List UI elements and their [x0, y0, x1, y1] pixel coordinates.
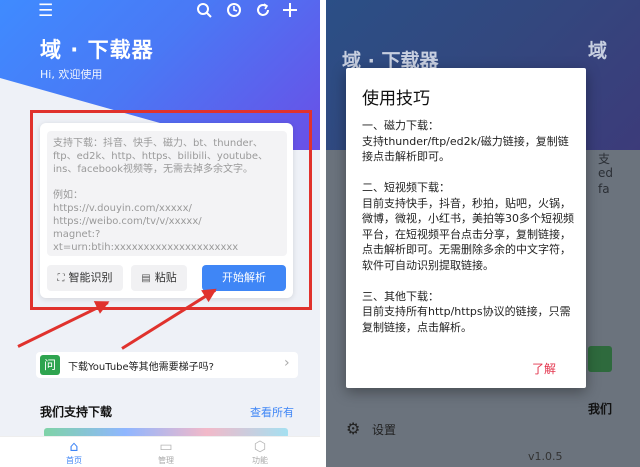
question-badge: 问	[40, 355, 60, 375]
history-icon[interactable]	[226, 2, 242, 22]
menu-icon[interactable]: ☰	[38, 2, 53, 20]
search-icon[interactable]	[196, 2, 212, 22]
bg-app-title-partial: 域	[588, 40, 608, 62]
app-version: v1.0.5	[528, 450, 563, 463]
welcome-subtitle: Hi, 欢迎使用	[40, 68, 103, 81]
nav-manage-label: 管理	[158, 456, 174, 465]
nav-features[interactable]: ⬡ 功能	[240, 439, 280, 466]
right-screen: 域 · 下载器 域 支 ed fa 我们 ⚙ 设置 v1.0.5 使用技巧 一、…	[326, 0, 640, 467]
chevron-right-icon: ›	[284, 355, 290, 371]
settings-menu-item[interactable]: 设置	[372, 421, 396, 438]
dialog-ok-button[interactable]: 了解	[532, 360, 556, 377]
bg-text-snippet: ed	[598, 166, 613, 180]
folder-icon: ▭	[159, 439, 173, 455]
left-screen: ☰ 域 · 下载器 Hi, 欢迎使用 支持下载：抖音、快手、磁力、bt、thun…	[0, 0, 320, 467]
refresh-icon[interactable]	[255, 2, 271, 22]
bg-section-title-partial: 我们	[588, 402, 613, 416]
dialog-body: 一、磁力下载： 支持thunder/ftp/ed2k/磁力链接，复制链接点击解析…	[362, 119, 574, 334]
settings-icon[interactable]: ⚙	[346, 419, 360, 438]
view-all-link[interactable]: 查看所有	[250, 404, 294, 420]
annotation-highlight-box	[30, 110, 312, 310]
supported-section-title: 我们支持下载	[40, 405, 113, 419]
tips-dialog: 使用技巧 一、磁力下载： 支持thunder/ftp/ed2k/磁力链接，复制链…	[346, 68, 586, 388]
tip-text: 下载YouTube等其他需要梯子吗?	[68, 362, 214, 373]
vpn-tip-banner[interactable]: 问 下载YouTube等其他需要梯子吗?	[36, 352, 298, 378]
app-title: 域 · 下载器	[40, 38, 154, 62]
bg-text-snippet: fa	[598, 182, 610, 196]
nav-features-label: 功能	[252, 456, 268, 465]
dialog-title: 使用技巧	[362, 89, 430, 109]
nav-home[interactable]: ⌂ 首页	[54, 439, 94, 466]
cube-icon: ⬡	[253, 439, 267, 455]
add-icon[interactable]	[282, 2, 298, 22]
home-icon: ⌂	[69, 439, 79, 455]
bg-text-snippet: 支	[598, 152, 611, 166]
nav-manage[interactable]: ▭ 管理	[146, 439, 186, 466]
bg-tip-badge	[588, 346, 612, 372]
bottom-nav: ⌂ 首页 ▭ 管理 ⬡ 功能	[0, 436, 320, 467]
nav-home-label: 首页	[66, 456, 82, 465]
